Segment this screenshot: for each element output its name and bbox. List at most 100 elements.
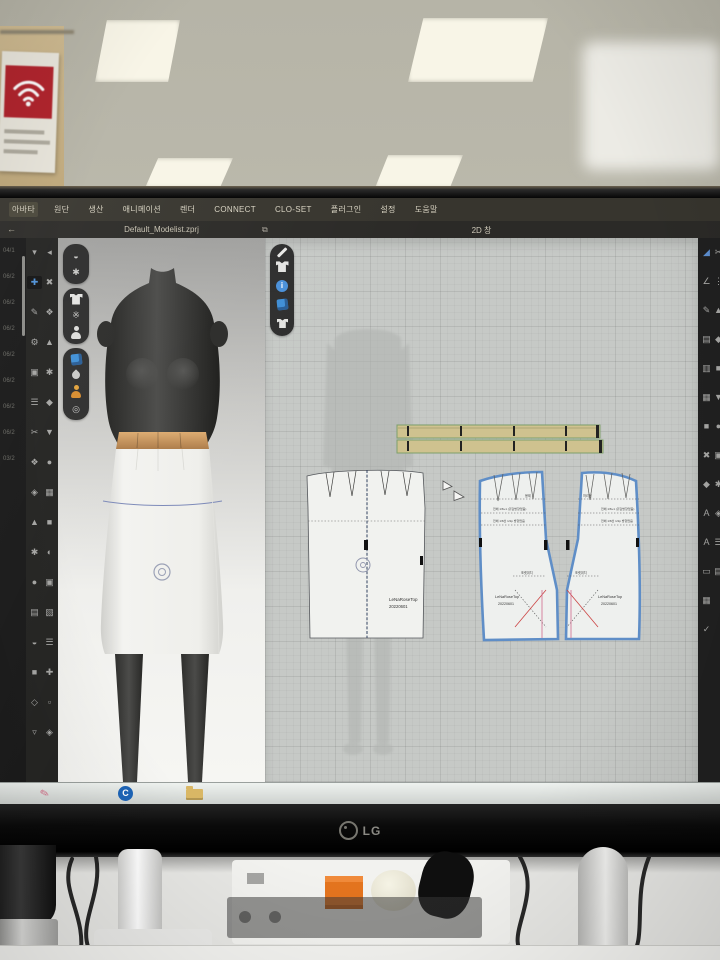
tool-icon-3d[interactable]: ✖ [42,276,57,289]
skirt-waistband-3d[interactable] [116,432,209,449]
tool-icon-3d[interactable]: ◇ [27,696,42,709]
tool-icon-3d[interactable]: ▣ [27,366,42,379]
back-arrow-icon[interactable]: ← [7,224,16,234]
tool-icon-3d[interactable]: ▫ [42,696,57,709]
tool-icon-2d[interactable]: ✂ [711,246,720,259]
tool-icon-3d[interactable]: ✚ [27,276,42,289]
menu-item[interactable]: 애니메이션 [120,202,164,217]
library-row[interactable]: 06/2 [0,394,26,420]
menu-item[interactable]: 원단 [51,202,72,217]
tool-icon-2d[interactable]: ☰ [711,536,720,549]
globe-icon[interactable]: ◎ [72,404,80,414]
tool-icon-3d[interactable]: ▲ [42,336,57,349]
pins-icon[interactable]: ※ [72,310,80,320]
menu-item[interactable]: 플러그인 [328,202,365,217]
library-row[interactable]: 06/2 [0,420,26,446]
viewport-2d[interactable]: LeNaRoseTop 20220601 [265,238,698,782]
pattern-waistband-strips[interactable] [397,425,603,453]
tool-icon-2d[interactable]: ▦ [699,594,714,607]
tool-icon-2d[interactable]: ⋮ [711,275,720,288]
tool-icon-2d[interactable]: ▲ [711,304,720,317]
library-row[interactable]: 06/2 [0,342,26,368]
tool-icon-3d[interactable]: ⚙ [27,336,42,349]
mannequin-torso[interactable] [97,268,228,448]
tool-icon-2d[interactable]: ◈ [711,507,720,520]
pattern-front-skirt[interactable]: LeNaRoseTop 20220601 [307,470,425,638]
avatar-skin-icon[interactable] [70,385,82,398]
menu-item[interactable]: 설정 [377,202,398,217]
sync-garment-icon[interactable] [276,318,287,327]
tool-icon-3d[interactable]: ✎ [27,306,42,319]
pattern-back-left[interactable]: 봉제 전체 1/8+1 (겉감방향없음) 전체 1/8선 1/2p 방향없음 포… [479,472,558,640]
tool-icon-2d[interactable]: ◆ [711,333,720,346]
tool-icon-3d[interactable]: ● [27,576,42,589]
pattern-annotation: 포켓위치 [521,570,533,575]
tool-icon-3d[interactable]: ◂ [42,246,57,259]
info-icon[interactable]: i [276,280,288,292]
tool-icon-3d[interactable]: ✂ [27,426,42,439]
tool-icon-3d[interactable]: ◒ [27,636,42,649]
tool-icon-3d[interactable]: ▲ [27,516,42,529]
skirt-3d[interactable] [101,449,223,654]
pen-tool-icon[interactable] [277,248,287,258]
tool-icon-3d[interactable]: ■ [27,666,42,679]
view3d-pill-garment: ※ [63,288,89,344]
menu-item[interactable]: 렌더 [177,202,198,217]
tool-icon-2d[interactable]: ■ [711,362,720,375]
menu-item[interactable]: 도움말 [412,202,441,217]
menu-item[interactable]: CLO-SET [272,203,315,216]
tool-icon-3d[interactable]: ✱ [27,546,42,559]
wifi-sign [0,51,59,173]
tool-icon-3d[interactable]: ◆ [42,396,57,409]
tool-icon-2d[interactable]: ▼ [711,391,720,404]
tool-icon-3d[interactable]: ▾ [27,246,42,259]
fabric-cube-icon[interactable] [70,353,82,365]
garment-icon[interactable] [70,294,83,305]
feather-icon[interactable] [70,369,81,380]
tool-icon-3d[interactable]: ■ [42,516,57,529]
tool-icon-3d[interactable]: ◈ [42,726,57,739]
tool-icon-3d[interactable]: ● [42,456,57,469]
tool-icon-2d[interactable]: ● [711,420,720,433]
menu-item[interactable]: CONNECT [211,203,259,216]
clo-app-icon[interactable]: C [118,786,133,801]
tool-icon-3d[interactable]: ▦ [42,486,57,499]
tool-icon-3d[interactable]: ☰ [27,396,42,409]
tool-icon-3d[interactable]: ✱ [42,366,57,379]
library-scrollbar[interactable] [22,256,25,336]
pattern-back-right[interactable]: 허리선 전체 1/8+1 (겉감방향없음) 전체 1/8선 1/2p 방향없음 … [566,472,640,639]
tool-icon-2d[interactable]: ▣ [711,449,720,462]
view-mode-icon[interactable]: ✱ [72,267,80,277]
menu-item[interactable]: 아바타 [9,202,38,217]
show-garment-icon[interactable] [276,261,289,272]
fabric-icon[interactable] [276,299,288,311]
pattern-annotation: 전체 1/8선 1/2p 방향없음 [601,518,633,523]
tool-icon-2d[interactable]: ✓ [699,623,714,636]
tool-icon-3d[interactable]: ▧ [42,606,57,619]
library-row[interactable]: 06/2 [0,368,26,394]
avatar-icon[interactable] [70,326,82,339]
tool-icon-3d[interactable]: ❖ [42,306,57,319]
tool-icon-3d[interactable]: ▼ [42,426,57,439]
pattern-canvas[interactable]: LeNaRoseTop 20220601 [265,238,698,782]
tool-icon-3d[interactable]: ❖ [27,456,42,469]
pattern-label: LeNaRoseTop [389,597,418,602]
folder-icon[interactable] [186,789,203,800]
window-glow [583,42,720,170]
tab-2d-window[interactable]: 2D 창 [265,225,698,236]
tool-icon-3d[interactable]: ☰ [42,636,57,649]
tool-icon-2d[interactable]: ✱ [711,478,720,491]
tool-icon-3d[interactable]: ◐ [42,546,57,559]
tool-icon-3d[interactable]: ▣ [42,576,57,589]
tool-icon-2d[interactable]: ▤ [711,565,720,578]
paint-app-icon[interactable]: ✎ [38,786,50,801]
viewport-3d[interactable]: ◒ ✱ ※ ◎ [58,238,265,782]
view-mode-icon[interactable]: ◒ [73,251,78,261]
tool-icon-3d[interactable]: ✚ [42,666,57,679]
menu-item[interactable]: 생산 [85,202,106,217]
avatar-3d-render[interactable] [58,238,265,782]
tool-icon-3d[interactable]: ▤ [27,606,42,619]
tool-icon-3d[interactable]: ◈ [27,486,42,499]
tool-icon-3d[interactable]: ▿ [27,726,42,739]
library-row[interactable]: 03/2 [0,446,26,472]
